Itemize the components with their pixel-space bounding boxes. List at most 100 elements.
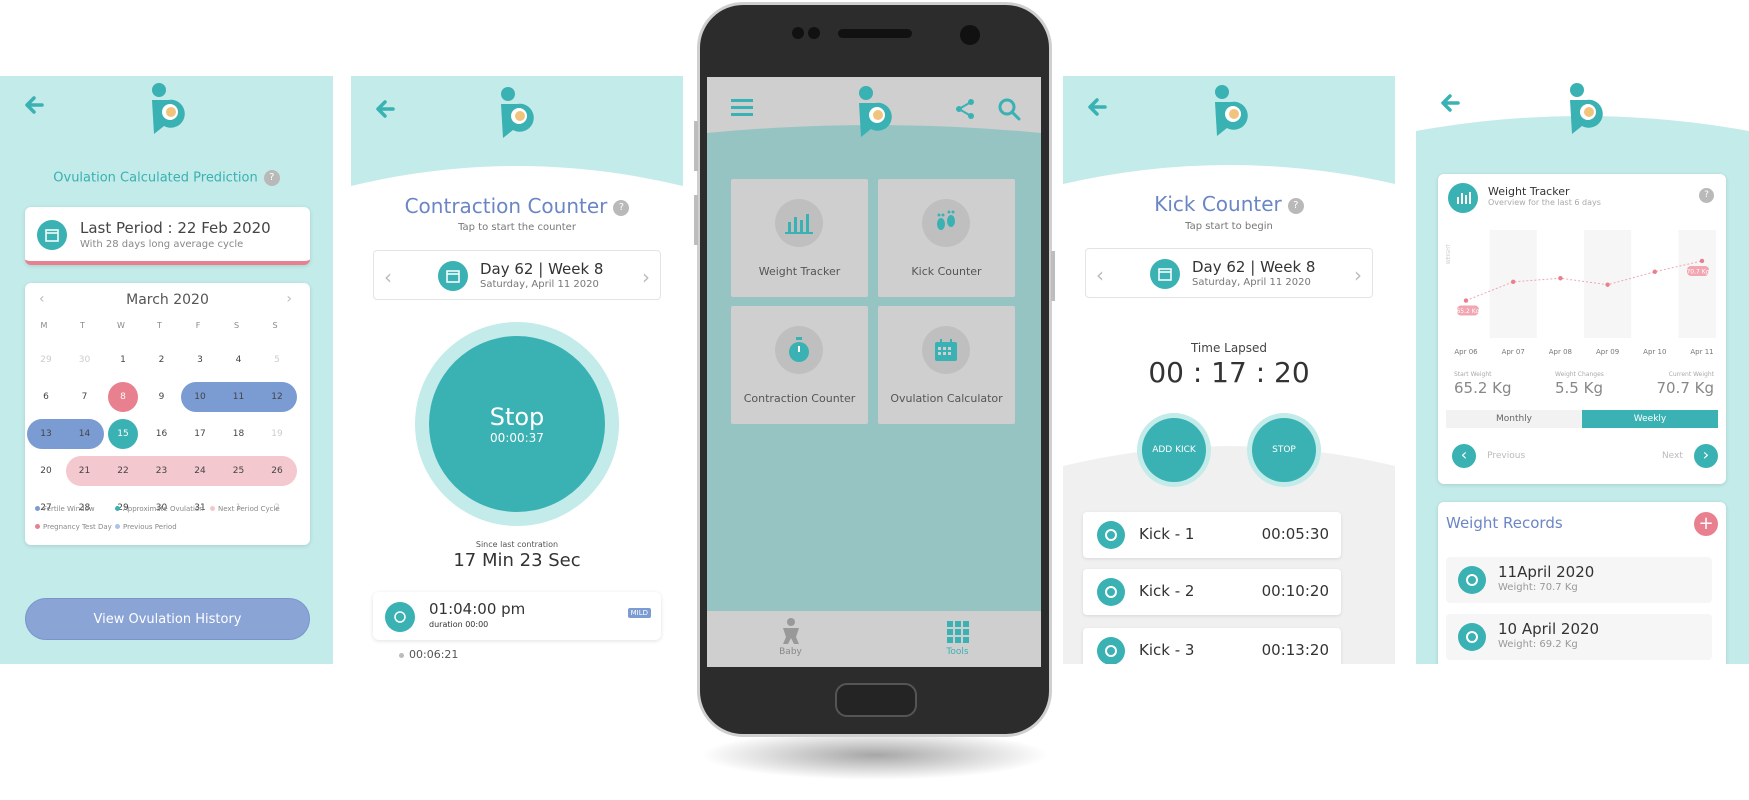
calendar-day[interactable]: 17 xyxy=(183,419,217,449)
calendar-day[interactable]: 24 xyxy=(183,456,217,486)
nav-baby[interactable]: Baby xyxy=(707,611,874,667)
weight-subtitle: Overview for the last 6 days xyxy=(1488,198,1601,207)
calendar-day[interactable]: 22 xyxy=(106,456,140,486)
next-day-chevron-icon[interactable]: › xyxy=(1354,263,1362,287)
tile-ovulation-calculator[interactable]: Ovulation Calculator xyxy=(878,306,1015,424)
kick-name: Kick - 1 xyxy=(1139,525,1195,543)
calendar-day[interactable]: 29 xyxy=(29,345,63,375)
phone-camera xyxy=(792,27,804,39)
data-point xyxy=(1699,258,1705,264)
calendar-day[interactable]: 12 xyxy=(260,382,294,412)
menu-icon[interactable] xyxy=(731,99,753,117)
day-week-label: Day 62 | Week 8 xyxy=(1192,258,1316,276)
previous-button[interactable]: ‹ Previous xyxy=(1452,444,1525,468)
calendar-day[interactable]: 11 xyxy=(222,382,256,412)
prev-day-chevron-icon[interactable]: ‹ xyxy=(1096,263,1104,287)
weekday-label: F xyxy=(195,321,201,330)
data-label: 65.2 Kg xyxy=(1456,308,1479,315)
calendar-day[interactable]: 13 xyxy=(29,419,63,449)
weight-record-row[interactable]: 10 April 2020 Weight: 69.2 Kg xyxy=(1446,614,1712,660)
calendar-day[interactable]: 25 xyxy=(222,456,256,486)
help-icon[interactable]: ? xyxy=(263,170,280,186)
phone-shadow xyxy=(700,730,1050,780)
tile-weight-tracker[interactable]: Weight Tracker xyxy=(731,179,868,297)
calendar-day[interactable]: 6 xyxy=(29,382,63,412)
next-month-chevron-icon[interactable]: › xyxy=(286,291,292,307)
view-history-button[interactable]: View Ovulation History xyxy=(25,598,310,640)
calendar-day[interactable]: 26 xyxy=(260,456,294,486)
add-kick-button[interactable]: ADD KICK xyxy=(1142,418,1206,482)
back-arrow-icon[interactable] xyxy=(373,96,399,122)
clock-icon xyxy=(1458,623,1486,651)
x-tick-label: Apr 07 xyxy=(1502,348,1525,356)
tab-monthly[interactable]: Monthly xyxy=(1446,410,1582,428)
kick-row: Kick - 3 00:13:20 xyxy=(1083,628,1341,664)
calendar-day[interactable]: 4 xyxy=(222,345,256,375)
prev-day-chevron-icon[interactable]: ‹ xyxy=(384,265,392,289)
back-arrow-icon[interactable] xyxy=(1085,94,1111,120)
weekday-label: S xyxy=(272,321,278,330)
calendar-day[interactable]: 15 xyxy=(108,419,138,449)
app-logo-icon xyxy=(859,86,892,137)
calendar-day[interactable]: 7 xyxy=(68,382,102,412)
contraction-subtitle: Tap to start the counter xyxy=(458,222,576,233)
kick-screen: Kick Counter? Tap start to begin ‹ Day 6… xyxy=(1063,76,1395,664)
kick-title: Kick Counter? xyxy=(1063,192,1395,216)
phone-side-button xyxy=(1051,251,1055,301)
calendar-day[interactable]: 16 xyxy=(145,419,179,449)
add-record-button[interactable]: + xyxy=(1694,512,1718,536)
back-arrow-icon[interactable] xyxy=(1438,90,1464,116)
next-day-chevron-icon[interactable]: › xyxy=(642,265,650,289)
ovulation-screen: Ovulation Calculated Prediction? Last Pe… xyxy=(0,76,333,664)
back-arrow-icon[interactable] xyxy=(22,92,48,118)
weekday-label: W xyxy=(117,321,125,330)
data-point xyxy=(1652,269,1657,274)
tile-label: Kick Counter xyxy=(911,265,982,278)
next-button[interactable]: Next › xyxy=(1662,444,1718,468)
app-logo-icon xyxy=(1570,83,1603,134)
clock-icon xyxy=(1097,521,1125,549)
help-icon[interactable]: ? xyxy=(613,199,630,216)
tab-weekly[interactable]: Weekly xyxy=(1582,410,1718,428)
last-period-card: Last Period : 22 Feb 2020 With 28 days l… xyxy=(25,207,310,265)
phone-home-button[interactable] xyxy=(835,683,917,717)
help-icon[interactable]: ? xyxy=(1699,188,1714,203)
calendar-day[interactable]: 2 xyxy=(145,345,179,375)
search-icon[interactable] xyxy=(997,97,1021,121)
calendar-day[interactable]: 30 xyxy=(68,345,102,375)
x-tick-label: Apr 10 xyxy=(1643,348,1666,356)
since-value: 17 Min 23 Sec xyxy=(453,550,581,571)
entry-duration: duration 00:00 xyxy=(429,620,489,629)
calendar-day[interactable]: 9 xyxy=(145,382,179,412)
stop-button[interactable]: Stop 00:00:37 xyxy=(429,336,605,512)
stop-label: Stop xyxy=(489,403,545,431)
weight-title: Weight Tracker xyxy=(1488,185,1570,198)
help-icon[interactable]: ? xyxy=(1287,197,1304,214)
calendar-day[interactable]: 1 xyxy=(106,345,140,375)
calendar-day[interactable]: 3 xyxy=(183,345,217,375)
tile-contraction-counter[interactable]: Contraction Counter xyxy=(731,306,868,424)
calendar-day[interactable]: 19 xyxy=(260,419,294,449)
kick-time: 00:13:20 xyxy=(1261,641,1329,659)
weight-change-label: Weight Changes xyxy=(1555,371,1604,378)
calendar-day[interactable]: 21 xyxy=(68,456,102,486)
stop-button[interactable]: STOP xyxy=(1252,418,1316,482)
calendar-day[interactable]: 14 xyxy=(68,419,102,449)
record-weight: Weight: 70.7 Kg xyxy=(1498,582,1578,593)
nav-tools[interactable]: Tools xyxy=(874,611,1041,667)
contraction-entry: 01:04:00 pm duration 00:00 MILD xyxy=(373,592,661,640)
weight-record-row[interactable]: 11April 2020 Weight: 70.7 Kg xyxy=(1446,557,1712,603)
bar-chart-icon xyxy=(1448,183,1478,213)
calendar-day[interactable]: 18 xyxy=(222,419,256,449)
nav-label: Baby xyxy=(779,647,802,657)
calendar-day[interactable]: 20 xyxy=(29,456,63,486)
calendar-day[interactable]: 10 xyxy=(183,382,217,412)
bottom-nav: Baby Tools xyxy=(707,611,1041,667)
calendar-day[interactable]: 5 xyxy=(260,345,294,375)
tile-kick-counter[interactable]: Kick Counter xyxy=(878,179,1015,297)
calendar-day[interactable]: 8 xyxy=(108,382,138,412)
x-tick-label: Apr 09 xyxy=(1596,348,1619,356)
share-icon[interactable] xyxy=(953,97,977,121)
kick-name: Kick - 2 xyxy=(1139,582,1195,600)
calendar-day[interactable]: 23 xyxy=(145,456,179,486)
